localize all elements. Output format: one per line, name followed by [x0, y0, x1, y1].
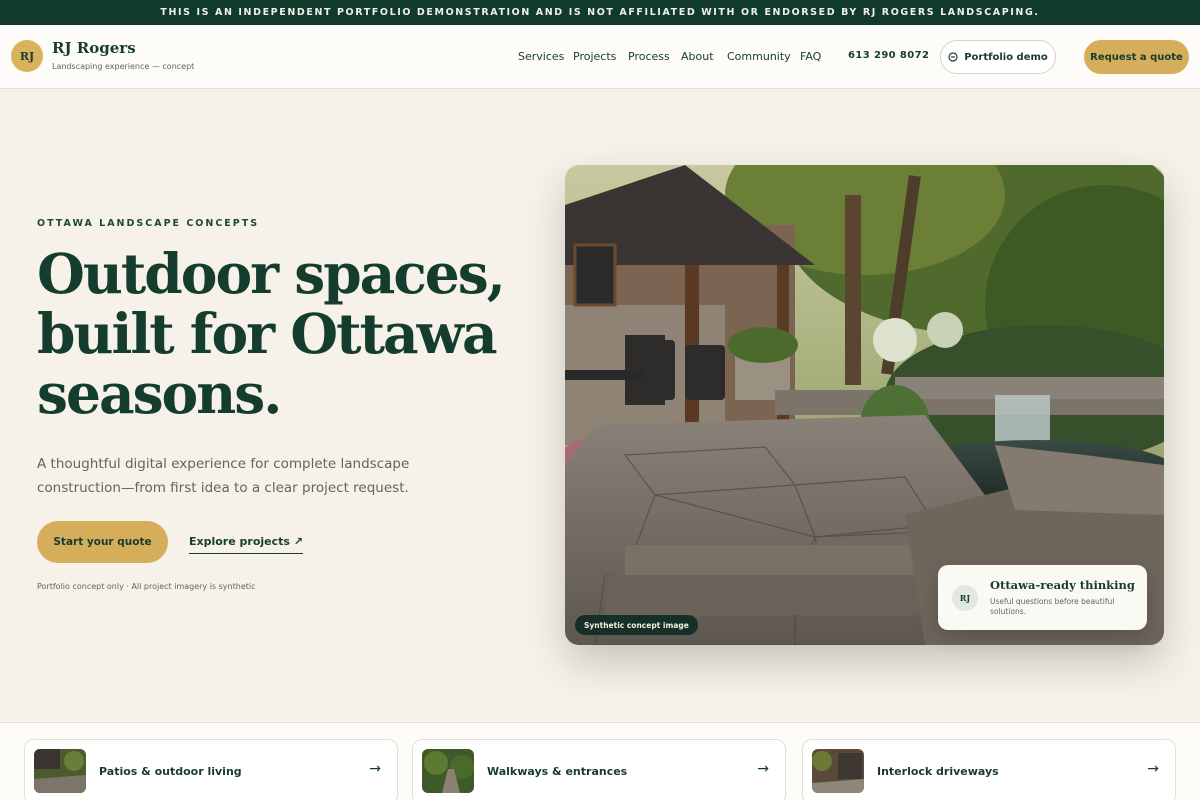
hero-eyebrow: OTTAWA LANDSCAPE CONCEPTS	[37, 218, 260, 229]
service-thumbnail	[812, 749, 864, 793]
hero-title-line: seasons.	[37, 361, 282, 426]
portfolio-demo-label: Portfolio demo	[964, 51, 1048, 63]
logo-badge[interactable]: RJ	[11, 40, 43, 72]
hero-title-line: built for Ottawa	[37, 301, 498, 366]
minus-circle-icon	[948, 52, 958, 62]
hero-title-line: Outdoor spaces,	[37, 241, 506, 306]
service-thumbnail	[34, 749, 86, 793]
brand-name[interactable]: RJ Rogers	[52, 39, 136, 57]
nav-community[interactable]: Community	[727, 50, 791, 63]
service-card-patios[interactable]: Patios & outdoor living →	[24, 739, 398, 800]
nav-about[interactable]: About	[681, 50, 714, 63]
service-label: Walkways & entrances	[487, 765, 628, 778]
hero-disclaimer: Portfolio concept only · All project ima…	[37, 582, 256, 591]
disclaimer-banner: THIS IS AN INDEPENDENT PORTFOLIO DEMONST…	[0, 0, 1200, 25]
service-card-driveways[interactable]: Interlock driveways →	[802, 739, 1176, 800]
brand-tagline: Landscaping experience — concept	[52, 62, 195, 71]
nav-faq[interactable]: FAQ	[800, 50, 821, 63]
phone-link[interactable]: 613 290 8072	[848, 50, 929, 61]
nav-services[interactable]: Services	[518, 50, 564, 63]
synthetic-image-chip: Synthetic concept image	[575, 615, 698, 635]
arrow-right-icon: →	[757, 761, 769, 777]
service-thumbnail	[422, 749, 474, 793]
arrow-right-icon: →	[1147, 761, 1159, 777]
service-card-walkways[interactable]: Walkways & entrances →	[412, 739, 786, 800]
portfolio-demo-button[interactable]: Portfolio demo	[940, 40, 1056, 74]
service-label: Patios & outdoor living	[99, 765, 242, 778]
explore-projects-link[interactable]: Explore projects ↗	[189, 535, 303, 554]
nav-projects[interactable]: Projects	[573, 50, 616, 63]
site-header: RJ RJ Rogers Landscaping experience — co…	[0, 25, 1200, 89]
hero-subtitle: A thoughtful digital experience for comp…	[37, 456, 410, 496]
request-quote-button[interactable]: Request a quote	[1084, 40, 1189, 74]
service-label: Interlock driveways	[877, 765, 999, 778]
arrow-right-icon: →	[369, 761, 381, 777]
nav-process[interactable]: Process	[628, 50, 670, 63]
ottawa-ready-card: RJ Ottawa-ready thinking Useful question…	[938, 565, 1147, 630]
card-text: Useful questions before beautiful soluti…	[990, 597, 1115, 616]
hero-title: Outdoor spaces, built for Ottawa seasons…	[37, 244, 507, 424]
card-title: Ottawa-ready thinking	[990, 578, 1135, 592]
card-badge: RJ	[952, 585, 978, 611]
start-quote-button[interactable]: Start your quote	[37, 521, 168, 563]
